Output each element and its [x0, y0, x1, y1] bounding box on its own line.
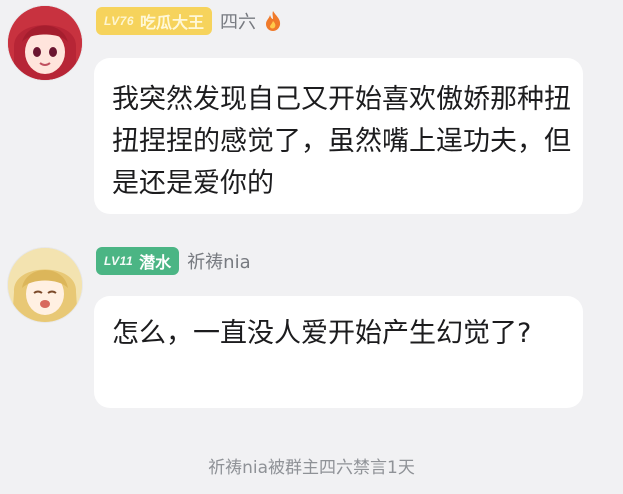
level-badge: LV76 [104, 14, 135, 28]
system-notice: 祈祷nia被群主四六禁言1天 [208, 458, 415, 478]
member-title-badge: LV11 潜水 [96, 247, 180, 275]
avatar[interactable] [8, 6, 82, 80]
message-text: 我突然发现自己又开始喜欢傲娇那种扭扭捏捏的感觉了，虽然嘴上逞功夫，但是还是爱你的 [112, 84, 571, 199]
member-title: 吃瓜大王 [140, 13, 205, 32]
member-title-badge: LV76 吃瓜大王 [96, 7, 213, 35]
sender-nickname[interactable]: 四六 [220, 8, 256, 34]
sender-nickname[interactable]: 祈祷nia [187, 248, 250, 274]
message-bubble[interactable]: 我突然发现自己又开始喜欢傲娇那种扭扭捏捏的感觉了，虽然嘴上逞功夫，但是还是爱你的 [94, 58, 583, 214]
message-header: LV11 潜水 祈祷nia [96, 246, 251, 276]
message-text: 怎么，一直没人爱开始产生幻觉了? [112, 318, 532, 349]
level-badge: LV11 [104, 254, 134, 268]
member-title: 潜水 [139, 253, 172, 272]
flame-icon [264, 10, 282, 32]
message-header: LV76 吃瓜大王 四六 [96, 6, 282, 36]
message-bubble[interactable]: 怎么，一直没人爱开始产生幻觉了? [94, 296, 583, 408]
avatar[interactable] [8, 248, 82, 322]
